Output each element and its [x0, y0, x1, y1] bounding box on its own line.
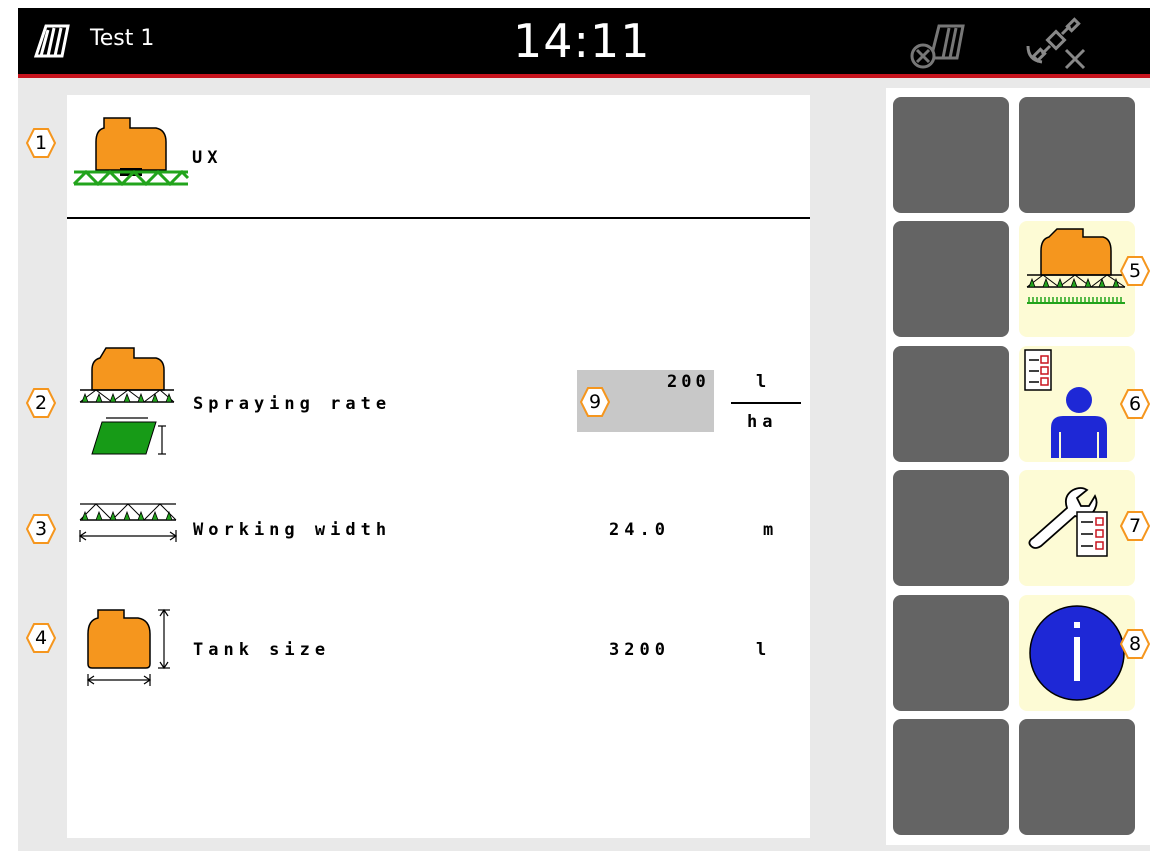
- sprayer-icon: [1026, 228, 1126, 304]
- working-width-value[interactable]: 24.0: [609, 520, 670, 540]
- working-width-label: Working width: [193, 520, 392, 540]
- spraying-rate-unit-bottom: ha: [747, 412, 778, 432]
- clock: 14:11: [513, 14, 651, 68]
- tank-size-icon: [82, 606, 178, 688]
- tank-size-unit: l: [756, 640, 772, 660]
- callout-7: 7: [1119, 510, 1150, 542]
- info-icon: [1029, 605, 1125, 701]
- wrench-settings-icon: [1028, 487, 1108, 557]
- tank-size-label: Tank size: [193, 640, 331, 660]
- profile-softkey[interactable]: [1019, 346, 1135, 462]
- softkey-9[interactable]: [893, 595, 1009, 711]
- unit-fraction-line: [731, 402, 801, 404]
- softkey-12[interactable]: [1019, 719, 1135, 835]
- callout-2: 2: [25, 387, 57, 419]
- spraying-rate-value[interactable]: 200: [667, 372, 710, 392]
- callout-1: 1: [25, 127, 57, 159]
- callout-4: 4: [25, 622, 57, 654]
- spraying-rate-unit-top: l: [756, 372, 772, 392]
- callout-9: 9: [579, 386, 611, 418]
- spraying-rate-icon: [76, 346, 178, 458]
- callout-5: 5: [1119, 255, 1150, 287]
- gps-no-signal-icon: [1020, 16, 1092, 72]
- callout-3: 3: [25, 513, 57, 545]
- machine-name: UX: [192, 148, 223, 168]
- machine-logo-icon: [32, 22, 72, 58]
- callout-8: 8: [1119, 628, 1150, 660]
- sprayer-machine-icon: [72, 108, 190, 188]
- user-profile-icon: [1024, 349, 1107, 458]
- top-bar: Test 1 14:11: [18, 8, 1150, 74]
- softkey-2[interactable]: [1019, 97, 1135, 213]
- softkey-5[interactable]: [893, 346, 1009, 462]
- softkey-7[interactable]: [893, 470, 1009, 586]
- sprayer-softkey[interactable]: [1019, 221, 1135, 337]
- spraying-rate-label: Spraying rate: [193, 394, 392, 414]
- softkey-1[interactable]: [893, 97, 1009, 213]
- working-width-icon: [76, 496, 180, 548]
- tank-size-value[interactable]: 3200: [609, 640, 670, 660]
- callout-6: 6: [1119, 388, 1150, 420]
- job-name: Test 1: [90, 26, 155, 51]
- isobus-status-icon: [903, 18, 967, 70]
- header-divider: [67, 217, 810, 219]
- working-width-unit: m: [763, 520, 779, 540]
- softkey-3[interactable]: [893, 221, 1009, 337]
- softkey-11[interactable]: [893, 719, 1009, 835]
- content-panel: [67, 95, 810, 838]
- service-softkey[interactable]: [1019, 470, 1135, 586]
- info-softkey[interactable]: [1019, 595, 1135, 711]
